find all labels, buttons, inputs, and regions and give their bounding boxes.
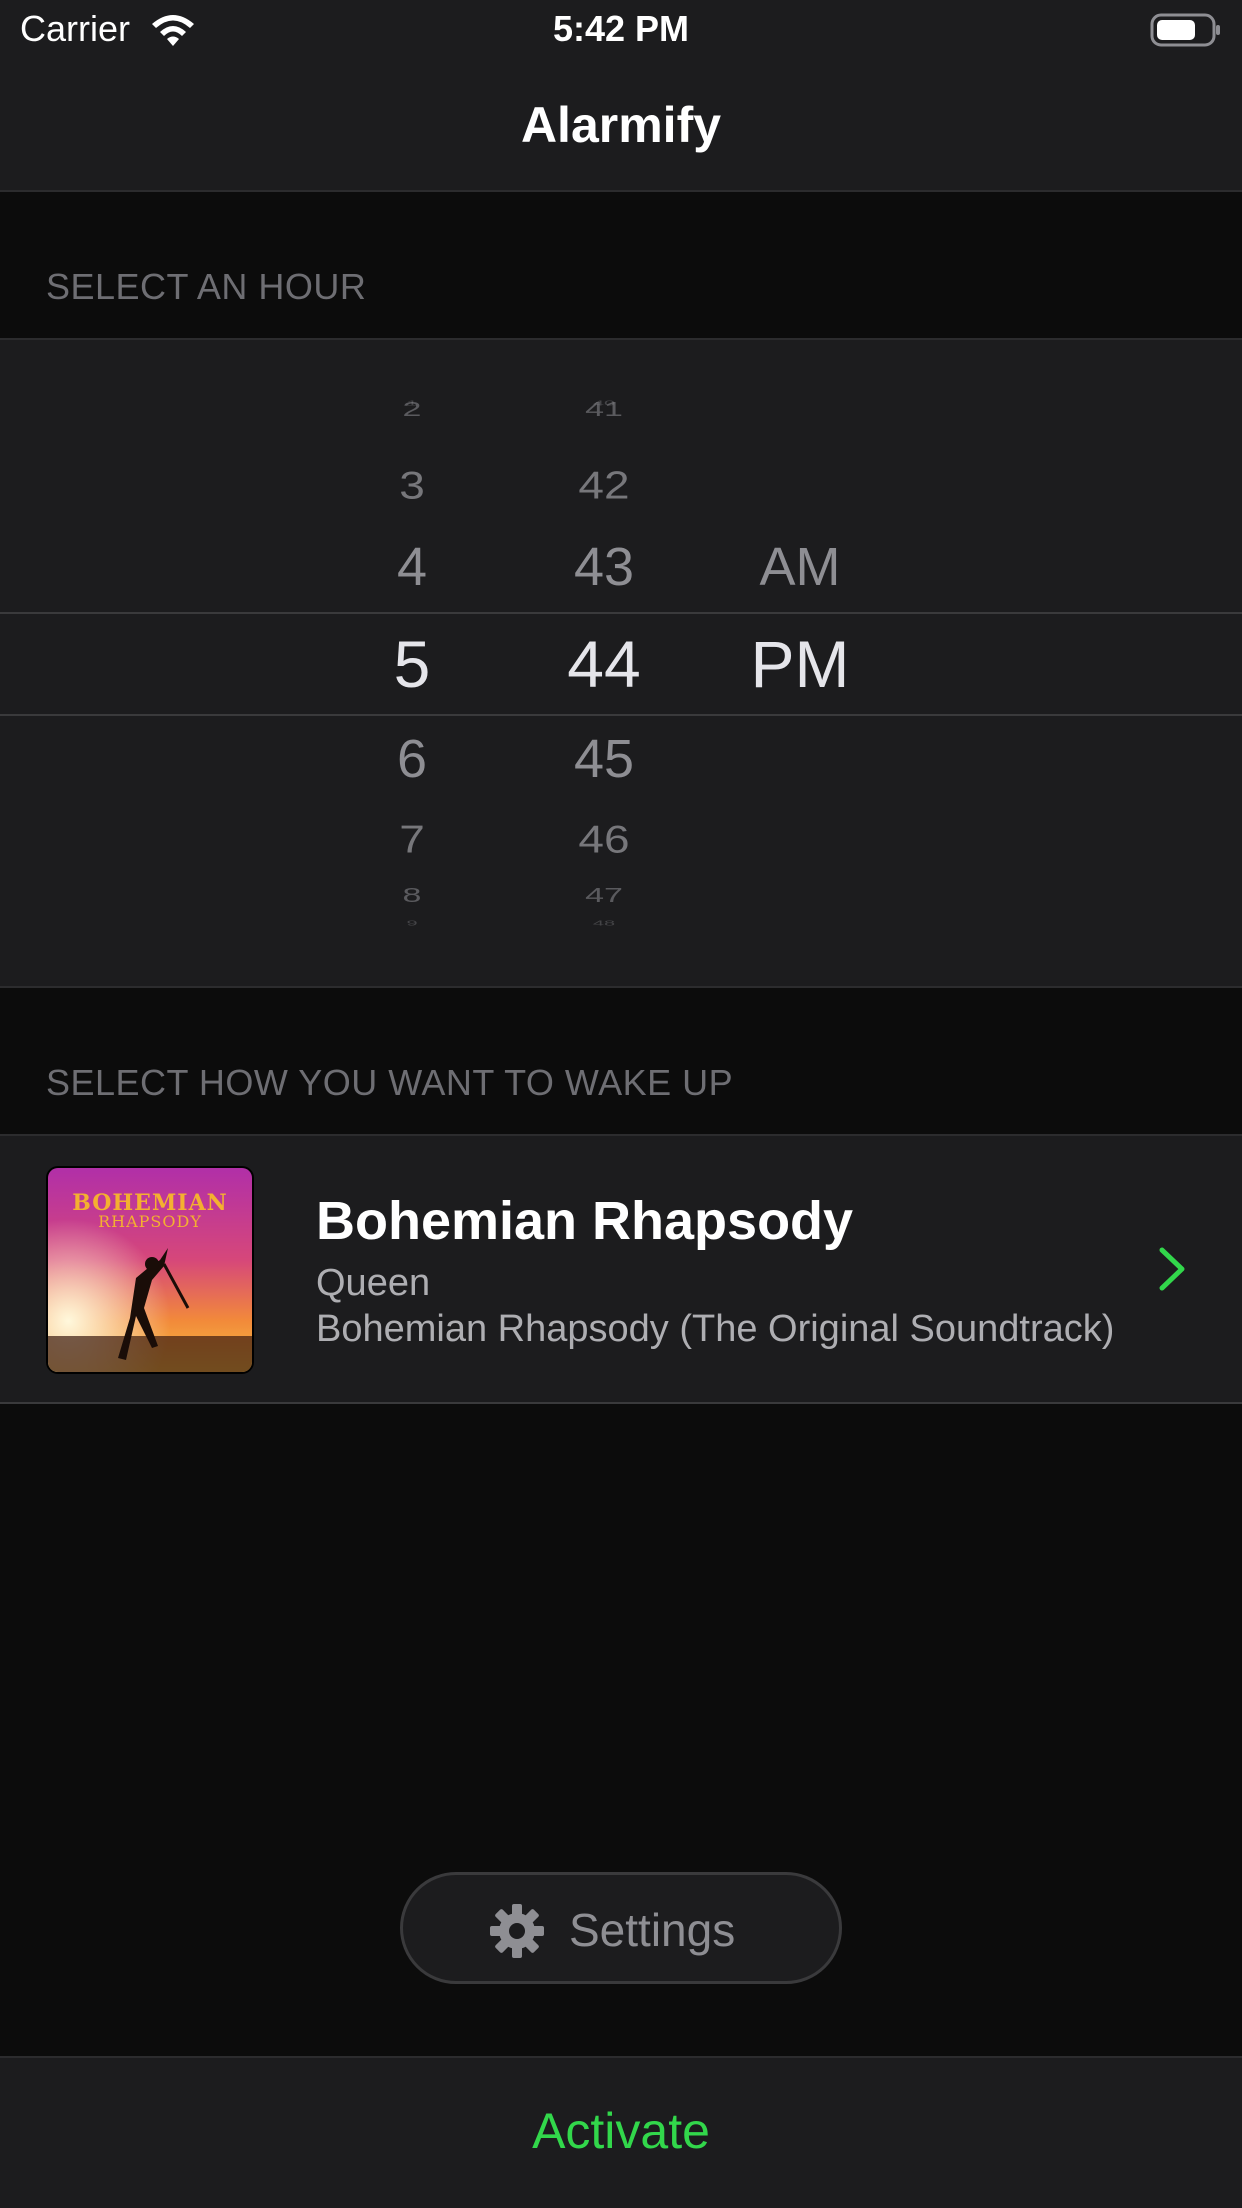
settings-label: Settings (569, 1904, 736, 1956)
pm-option-selected[interactable]: PM (720, 626, 880, 702)
chevron-right-icon (1159, 1247, 1185, 1291)
minute-option[interactable]: 45 (524, 728, 684, 790)
status-time: 5:42 PM (552, 8, 690, 49)
hour-option[interactable]: 8 (332, 884, 492, 907)
song-album: Bohemian Rhapsody (The Original Soundtra… (316, 1308, 1115, 1350)
hour-option[interactable]: 3 (332, 462, 492, 508)
minute-option-selected[interactable]: 44 (524, 626, 684, 702)
hour-option-selected[interactable]: 5 (332, 626, 492, 702)
hour-option[interactable]: 7 (332, 816, 492, 862)
minute-option[interactable]: 43 (524, 536, 684, 598)
minute-option[interactable]: 48 (524, 919, 684, 927)
battery-icon (1150, 13, 1220, 47)
am-option[interactable]: AM (720, 536, 880, 598)
wake-section-header: SELECT HOW YOU WANT TO WAKE UP (46, 1062, 734, 1103)
hour-option[interactable]: 4 (332, 536, 492, 598)
minute-option[interactable]: 41 (524, 398, 684, 421)
status-bar: Carrier 5:42 PM (0, 0, 1242, 62)
hour-option[interactable]: 2 (332, 398, 492, 421)
album-art-subtext: RHAPSODY (98, 1212, 202, 1231)
hour-section-header: SELECT AN HOUR (46, 266, 367, 307)
album-art: BOHEMIAN RHAPSODY (46, 1166, 254, 1374)
gear-icon (490, 1904, 544, 1958)
activate-button[interactable]: Activate (0, 2102, 1242, 2160)
navigation-bar: Alarmify (0, 62, 1242, 192)
minute-option[interactable]: 46 (524, 816, 684, 862)
bottom-toolbar: Activate (0, 2056, 1242, 2208)
minute-option[interactable]: 42 (524, 462, 684, 508)
settings-button[interactable]: Settings (400, 1872, 842, 1984)
song-artist: Queen (316, 1262, 431, 1304)
hour-wheel[interactable]: 1 2 3 4 5 6 7 8 9 (332, 340, 492, 986)
minute-wheel[interactable]: 40 41 42 43 44 45 46 47 48 (524, 340, 684, 986)
song-title: Bohemian Rhapsody (316, 1191, 854, 1251)
time-picker[interactable]: 1 2 3 4 5 6 7 8 9 40 41 42 43 44 45 46 4… (0, 338, 1242, 988)
hour-option[interactable]: 9 (332, 919, 492, 927)
hour-option[interactable]: 6 (332, 728, 492, 790)
minute-option[interactable]: 47 (524, 884, 684, 907)
song-selection-row[interactable]: BOHEMIAN RHAPSODY Bohemian Rhapsody Quee… (0, 1134, 1242, 1404)
app-title: Alarmify (520, 97, 722, 153)
